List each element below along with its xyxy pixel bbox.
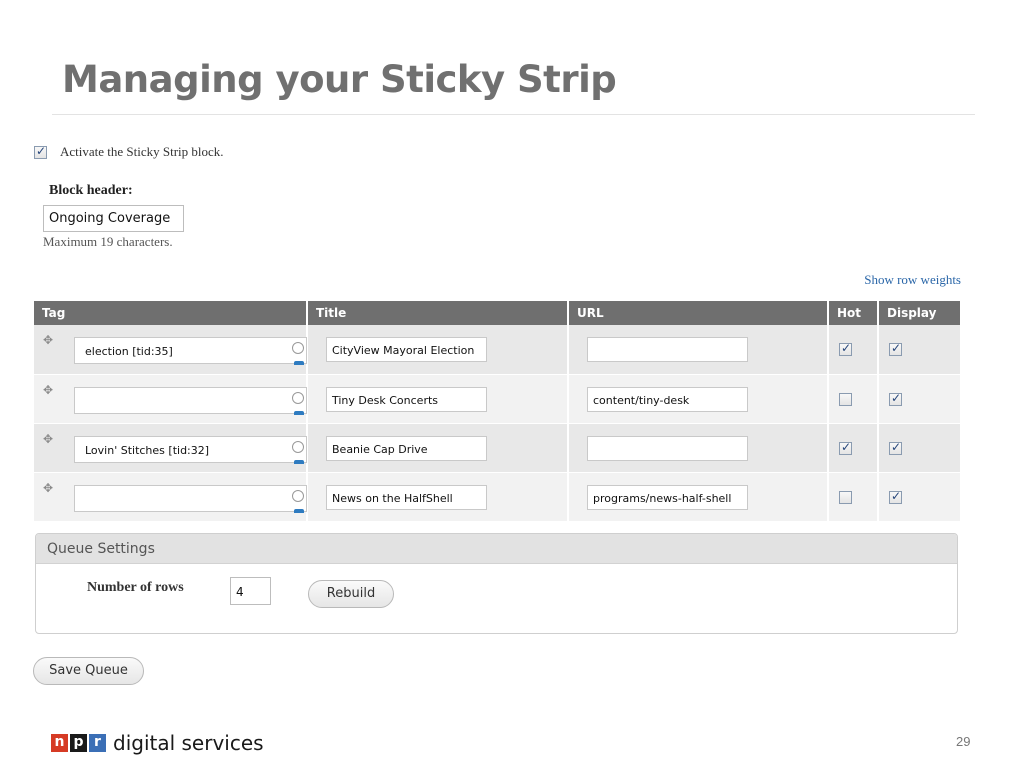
url-input[interactable]: programs/news-half-shell (587, 484, 748, 510)
column-header-title: Title (307, 301, 569, 325)
hot-checkbox[interactable] (839, 440, 852, 455)
table-row: ✥ Tiny Desk Concerts content/tiny-desk (34, 374, 960, 424)
hot-cell (828, 374, 879, 424)
autocomplete-throbber-icon (292, 440, 304, 453)
number-of-rows-label: Number of rows (87, 580, 184, 595)
drag-handle-icon[interactable]: ✥ (43, 481, 53, 495)
url-cell: programs/news-half-shell (568, 472, 829, 522)
column-header-display: Display (878, 301, 960, 325)
hot-checkbox[interactable] (839, 490, 852, 504)
activate-row: Activate the Sticky Strip block. (34, 144, 224, 160)
autocomplete-indicator-icon (294, 361, 304, 365)
hot-checkbox[interactable] (839, 392, 852, 406)
title-cell: News on the HalfShell (307, 472, 569, 522)
title-divider (52, 114, 975, 115)
autocomplete-indicator-icon (294, 508, 304, 513)
title-cell: CityView Mayoral Election (307, 325, 569, 375)
display-checkbox[interactable] (889, 341, 902, 356)
activate-checkbox[interactable] (34, 144, 47, 159)
tag-input[interactable]: Lovin' Stitches [tid:32] (74, 435, 307, 463)
url-input[interactable]: content/tiny-desk (587, 386, 748, 412)
display-checkbox[interactable] (889, 391, 902, 406)
display-checkbox[interactable] (889, 489, 902, 504)
rebuild-button[interactable]: Rebuild (308, 580, 394, 608)
title-cell: Tiny Desk Concerts (307, 374, 569, 424)
tag-cell: ✥ (34, 472, 308, 522)
autocomplete-indicator-icon (294, 459, 304, 464)
column-header-hot: Hot (828, 301, 879, 325)
column-header-tag: Tag (34, 301, 308, 325)
sticky-strip-table: Tag Title URL Hot Display ✥ election [tid… (34, 301, 960, 522)
display-checkbox[interactable] (889, 440, 902, 455)
display-cell (878, 472, 960, 522)
autocomplete-throbber-icon (292, 391, 304, 404)
table-row: ✥ Lovin' Stitches [tid:32] Beanie Cap Driv… (34, 423, 960, 473)
table-row: ✥ election [tid:35] CityView Mayoral Elect… (34, 325, 960, 375)
display-cell (878, 423, 960, 473)
autocomplete-throbber-icon (292, 489, 304, 502)
show-row-weights-link[interactable]: Show row weights (864, 272, 961, 288)
drag-handle-icon[interactable]: ✥ (43, 333, 53, 347)
hot-checkbox[interactable] (839, 341, 852, 356)
title-input[interactable]: Tiny Desk Concerts (326, 386, 487, 412)
tag-input[interactable]: election [tid:35] (74, 337, 307, 364)
npr-logo-p: p (70, 734, 87, 752)
slide-title: Managing your Sticky Strip (62, 58, 617, 101)
title-input[interactable]: Beanie Cap Drive (326, 435, 487, 461)
table-header-row: Tag Title URL Hot Display (34, 301, 960, 325)
number-of-rows-input[interactable]: 4 (230, 577, 271, 605)
block-header-note: Maximum 19 characters. (43, 234, 173, 249)
activate-label: Activate the Sticky Strip block. (60, 144, 224, 159)
queue-settings-panel: Queue Settings Number of rows 4 Rebuild (35, 533, 958, 634)
url-input[interactable] (587, 337, 748, 362)
tag-cell: ✥ Lovin' Stitches [tid:32] (34, 423, 308, 473)
table-row: ✥ News on the HalfShell programs/news-half… (34, 472, 960, 522)
npr-logo: n p r digital services (51, 731, 264, 755)
title-cell: Beanie Cap Drive (307, 423, 569, 473)
hot-cell (828, 472, 879, 522)
drag-handle-icon[interactable]: ✥ (43, 383, 53, 397)
npr-logo-n: n (51, 734, 68, 752)
tag-input[interactable] (74, 386, 307, 414)
url-input[interactable] (587, 435, 748, 461)
npr-logo-text: digital services (113, 731, 264, 755)
hot-cell (828, 423, 879, 473)
title-input[interactable]: CityView Mayoral Election (326, 337, 487, 362)
page-number: 29 (956, 734, 971, 749)
tag-cell: ✥ election [tid:35] (34, 325, 308, 375)
block-header-input[interactable]: Ongoing Coverage (43, 205, 184, 232)
drag-handle-icon[interactable]: ✥ (43, 432, 53, 446)
url-cell: content/tiny-desk (568, 374, 829, 424)
tag-input[interactable] (74, 484, 307, 512)
url-cell (568, 325, 829, 375)
tag-cell: ✥ (34, 374, 308, 424)
display-cell (878, 374, 960, 424)
display-cell (878, 325, 960, 375)
url-cell (568, 423, 829, 473)
autocomplete-indicator-icon (294, 410, 304, 415)
title-input[interactable]: News on the HalfShell (326, 484, 487, 510)
hot-cell (828, 325, 879, 375)
queue-settings-heading[interactable]: Queue Settings (36, 534, 957, 564)
column-header-url: URL (568, 301, 829, 325)
block-header-label: Block header: (49, 183, 133, 198)
autocomplete-throbber-icon (292, 342, 304, 354)
npr-logo-r: r (89, 734, 106, 752)
save-queue-button[interactable]: Save Queue (33, 657, 144, 685)
